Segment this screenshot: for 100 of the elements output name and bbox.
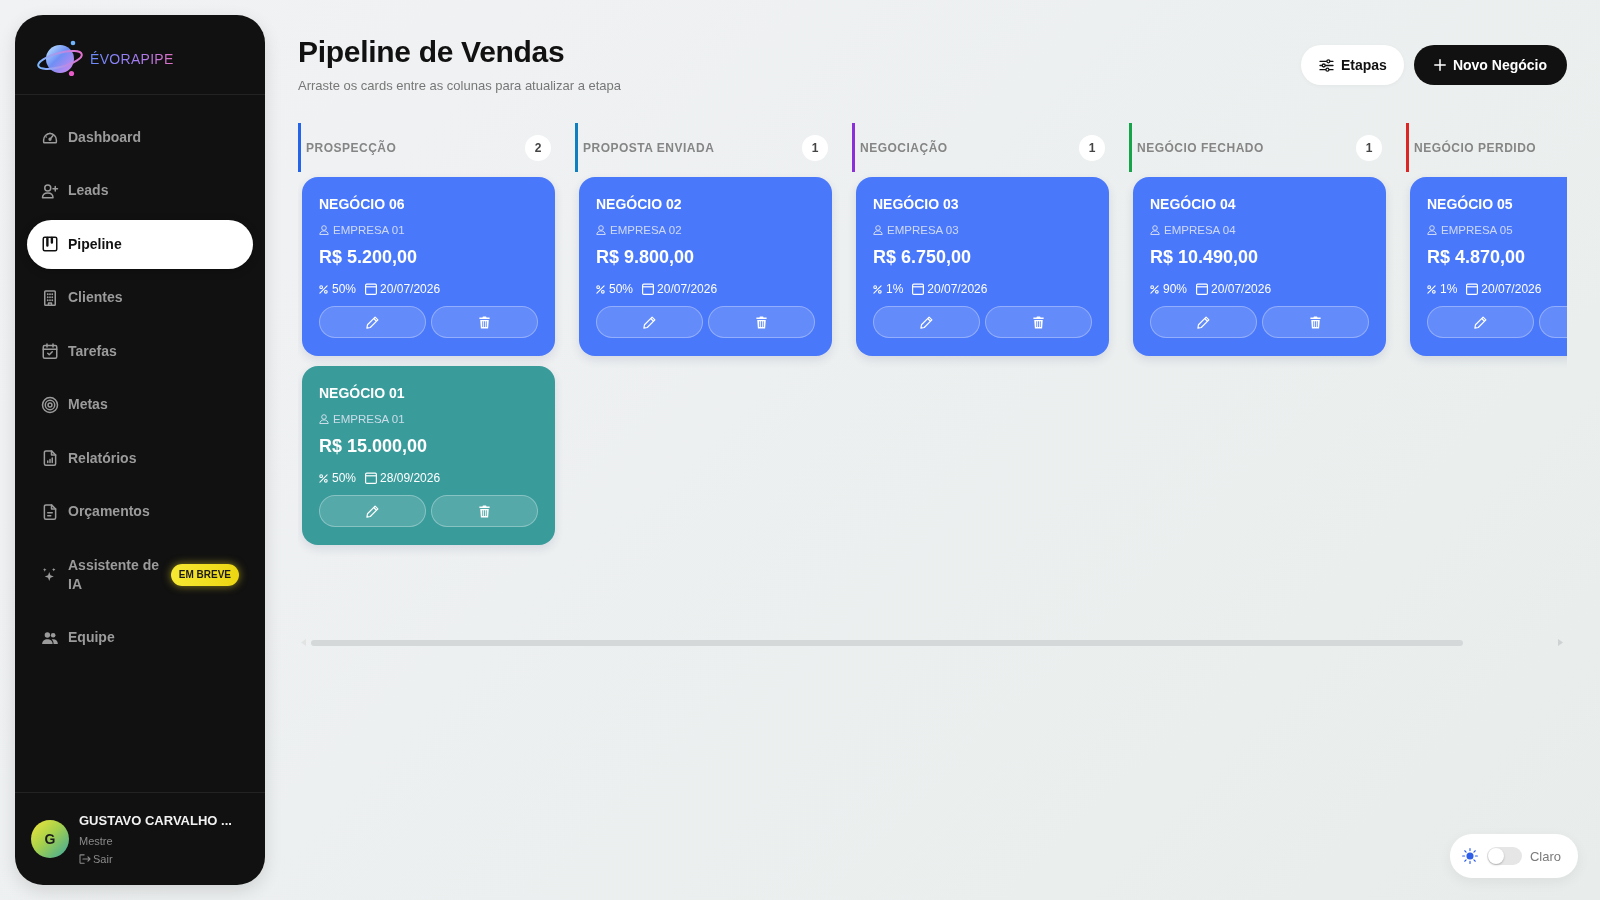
- page-subtitle: Arraste os cards entre as colunas para atualizar a etapa: [298, 78, 621, 94]
- client-name: EMPRESA 04: [1164, 223, 1236, 237]
- trash-icon: [478, 315, 491, 329]
- scroll-right-icon[interactable]: [1558, 639, 1563, 646]
- delete-button[interactable]: [1262, 306, 1369, 338]
- client-name: EMPRESA 05: [1441, 223, 1513, 237]
- deal-value: R$ 9.800,00: [596, 246, 695, 269]
- page-title: Pipeline de Vendas: [298, 34, 566, 70]
- percent-icon: [873, 284, 882, 294]
- document-icon: [41, 502, 59, 521]
- edit-button[interactable]: [319, 495, 426, 527]
- nav-item[interactable]: Dashboard: [27, 112, 253, 162]
- delete-button[interactable]: [431, 306, 538, 338]
- percent-icon: [319, 473, 328, 483]
- user-plus-icon: [41, 181, 59, 200]
- logout-icon: [79, 854, 91, 864]
- deal-card[interactable]: NEGÓCIO 06 EMPRESA 01 R$ 5.200,00 50% 20/07/2026: [302, 177, 555, 356]
- user-role: Mestre: [79, 834, 113, 848]
- percent-icon: [596, 284, 605, 294]
- user-avatar: G: [31, 820, 69, 858]
- scrollbar-thumb[interactable]: [311, 639, 1463, 646]
- edit-button[interactable]: [873, 306, 980, 338]
- trash-icon: [478, 504, 491, 518]
- edit-button[interactable]: [1427, 306, 1534, 338]
- nav-item[interactable]: Clientes: [27, 273, 253, 322]
- nav-item[interactable]: Pipeline: [27, 219, 253, 269]
- calendar-check-icon: [41, 342, 59, 360]
- person-icon: [1427, 225, 1437, 235]
- delete-button[interactable]: [708, 306, 815, 338]
- column-title: PROPOSTA ENVIADA: [583, 140, 715, 155]
- person-icon: [596, 225, 606, 235]
- trash-icon: [1032, 315, 1045, 329]
- nav-item[interactable]: Metas: [27, 380, 253, 429]
- deal-card[interactable]: NEGÓCIO 02 EMPRESA 02 R$ 9.800,00 50% 20/07/2026: [579, 177, 832, 356]
- column-title: NEGOCIAÇÃO: [860, 140, 948, 155]
- probability-text: 90%: [1163, 282, 1188, 296]
- toggle-switch[interactable]: [1486, 847, 1522, 865]
- nav-item[interactable]: Equipe: [27, 613, 253, 662]
- nav-item[interactable]: Relatórios: [27, 433, 253, 483]
- deal-title: NEGÓCIO 04: [1150, 195, 1236, 213]
- nav-item[interactable]: Leads: [27, 166, 253, 215]
- pencil-icon: [643, 315, 656, 329]
- column-title: PROSPECÇÃO: [306, 140, 397, 155]
- nav-item[interactable]: Orçamentos: [27, 487, 253, 536]
- deal-title: NEGÓCIO 01: [319, 384, 405, 402]
- user-name: GUSTAVO CARVALHO ...: [79, 812, 232, 830]
- edit-button[interactable]: [596, 306, 703, 338]
- kanban-icon: [41, 235, 59, 253]
- deal-value: R$ 5.200,00: [319, 246, 418, 269]
- nav-item[interactable]: Tarefas: [27, 326, 253, 376]
- deal-card[interactable]: NEGÓCIO 05 EMPRESA 05 R$ 4.870,00 1% 20/07/2026: [1410, 177, 1567, 356]
- due-date: 20/07/2026: [657, 282, 718, 296]
- pencil-icon: [1197, 315, 1210, 329]
- edit-button[interactable]: [1150, 306, 1257, 338]
- count-badge: 1: [1356, 134, 1382, 161]
- deal-value: R$ 15.000,00: [319, 435, 428, 458]
- percent-icon: [1150, 284, 1159, 294]
- file-chart-icon: [41, 449, 59, 467]
- deal-value: R$ 4.870,00: [1427, 246, 1526, 269]
- pencil-icon: [366, 315, 379, 329]
- calendar-icon: [642, 283, 655, 295]
- probability-text: 50%: [609, 282, 634, 296]
- client-name: EMPRESA 01: [333, 412, 405, 426]
- column-title: NEGÓCIO FECHADO: [1137, 140, 1264, 155]
- edit-button[interactable]: [319, 306, 426, 338]
- deal-value: R$ 6.750,00: [873, 246, 972, 269]
- probability-text: 1%: [1440, 282, 1458, 296]
- percent-icon: [319, 284, 328, 294]
- due-date: 20/07/2026: [380, 282, 441, 296]
- target-icon: [41, 395, 59, 414]
- logout-link[interactable]: Sair: [79, 852, 113, 866]
- deal-card[interactable]: NEGÓCIO 04 EMPRESA 04 R$ 10.490,00 90% 20/07/2026: [1133, 177, 1386, 356]
- client-name: EMPRESA 01: [333, 223, 405, 237]
- nav-item[interactable]: Assistente de IA EM BREVE: [27, 540, 253, 609]
- coming-soon-badge: EM BREVE: [170, 563, 239, 586]
- due-date: 20/07/2026: [1481, 282, 1542, 296]
- new-deal-button[interactable]: Novo Negócio: [1413, 45, 1567, 85]
- pencil-icon: [366, 504, 379, 518]
- delete-button[interactable]: [431, 495, 538, 527]
- planet-logo-icon: [35, 40, 85, 78]
- calendar-icon: [365, 283, 378, 295]
- calendar-icon: [1196, 283, 1209, 295]
- person-icon: [319, 225, 329, 235]
- client-name: EMPRESA 03: [887, 223, 959, 237]
- delete-button[interactable]: [985, 306, 1092, 338]
- brand-name: ÉVORAPIPE: [90, 51, 174, 67]
- deal-value: R$ 10.490,00: [1150, 246, 1259, 269]
- probability-text: 1%: [886, 282, 904, 296]
- person-icon: [1150, 225, 1160, 235]
- trash-icon: [755, 315, 768, 329]
- stages-button[interactable]: Etapas: [1300, 45, 1404, 85]
- plus-icon: [1433, 59, 1446, 71]
- deal-card[interactable]: NEGÓCIO 03 EMPRESA 03 R$ 6.750,00 1% 20/07/2026: [856, 177, 1109, 356]
- deal-title: NEGÓCIO 02: [596, 195, 682, 213]
- column-title: NEGÓCIO PERDIDO: [1414, 140, 1537, 155]
- calendar-icon: [912, 283, 925, 295]
- person-icon: [319, 414, 329, 424]
- building-icon: [41, 288, 59, 307]
- deal-title: NEGÓCIO 03: [873, 195, 959, 213]
- due-date: 20/07/2026: [1211, 282, 1272, 296]
